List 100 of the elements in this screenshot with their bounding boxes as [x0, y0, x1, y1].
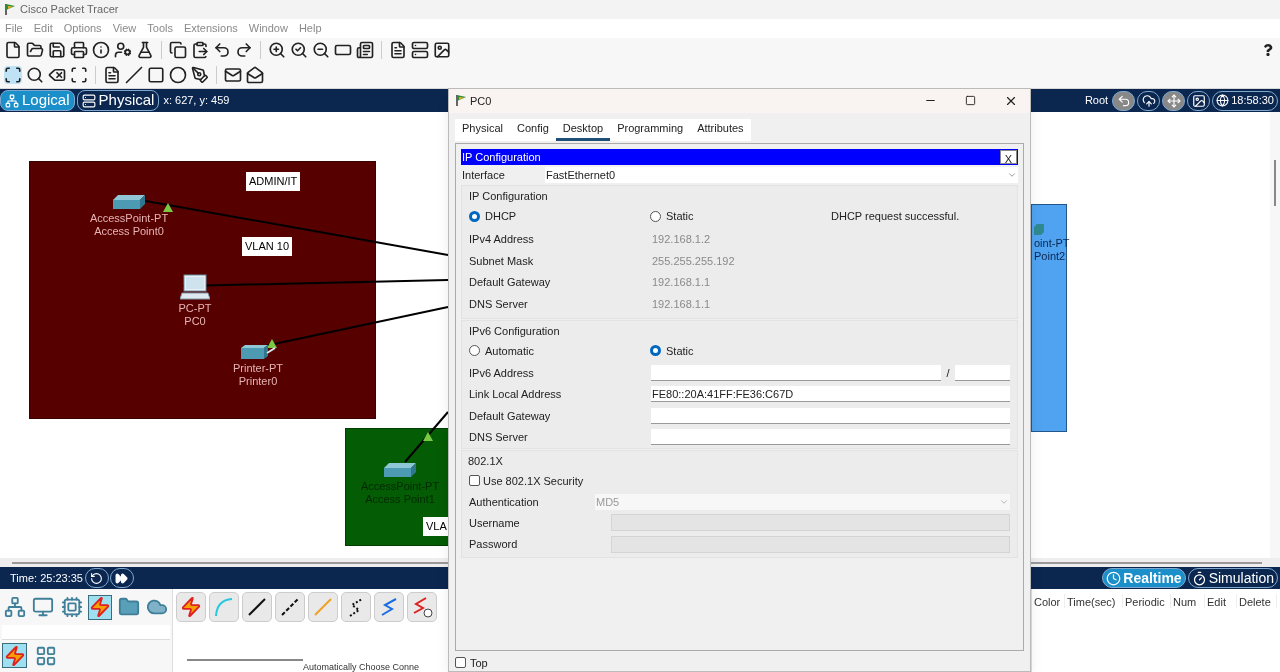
maximize-icon[interactable]	[965, 95, 976, 107]
column-header[interactable]: Time(sec)	[1065, 594, 1123, 608]
radio-button[interactable]	[469, 345, 480, 357]
cable-description: Automatically Choose Conne	[303, 662, 421, 672]
zoom-reset-icon[interactable]	[290, 41, 308, 59]
device-subcategory[interactable]	[2, 643, 27, 668]
column-header[interactable]: Delete	[1237, 594, 1277, 608]
dialog-tab[interactable]: Programming	[610, 118, 691, 141]
field-label: Username	[469, 515, 521, 531]
ellipse-icon[interactable]	[169, 66, 187, 84]
access-point-icon[interactable]	[112, 194, 146, 210]
access-point-icon[interactable]	[383, 462, 417, 478]
horizontal-scrollbar[interactable]	[187, 659, 303, 661]
zoom-out-icon[interactable]	[312, 41, 330, 59]
flask-icon[interactable]	[136, 41, 154, 59]
menu-item[interactable]: File	[5, 20, 23, 37]
new-file-icon[interactable]	[4, 41, 22, 59]
dialog-tab[interactable]: Desktop	[555, 118, 611, 141]
field-label: Password	[469, 537, 519, 553]
computer-icon[interactable]	[180, 274, 210, 300]
column-header[interactable]: Num	[1171, 594, 1205, 608]
user-gear-icon[interactable]	[114, 41, 132, 59]
radio-button[interactable]	[469, 210, 480, 222]
menu-item[interactable]: Help	[298, 20, 322, 37]
move-icon	[1166, 93, 1181, 108]
mode-tab[interactable]: Realtime	[1102, 568, 1186, 588]
input-field[interactable]	[611, 514, 1010, 532]
menu-item[interactable]: Edit	[33, 20, 53, 37]
column-header[interactable]: Color	[1032, 594, 1065, 608]
input-field[interactable]	[611, 535, 1010, 553]
checkbox[interactable]	[469, 475, 480, 487]
menu-item[interactable]: Window	[248, 20, 288, 37]
input-field[interactable]	[651, 365, 941, 382]
open-envelope-icon[interactable]	[246, 66, 264, 84]
input-field[interactable]: FE80::20A:41FF:FE36:C67D	[651, 386, 1010, 403]
input-field[interactable]	[651, 407, 1010, 424]
open-folder-icon[interactable]	[26, 41, 44, 59]
input-field[interactable]	[651, 429, 1010, 446]
paste-icon[interactable]	[191, 41, 209, 59]
rectangle-icon[interactable]	[147, 66, 165, 84]
freeform-icon[interactable]	[191, 66, 209, 84]
copy-icon[interactable]	[169, 41, 187, 59]
envelope-icon[interactable]	[224, 66, 242, 84]
device-category[interactable]	[3, 594, 28, 620]
help-icon[interactable]	[1262, 44, 1274, 56]
rack-icon	[81, 93, 96, 108]
cable-button[interactable]	[341, 592, 371, 622]
column-header[interactable]: Edit	[1205, 594, 1237, 608]
radio-button[interactable]	[650, 345, 661, 357]
dialog-tab[interactable]: Attributes	[690, 118, 751, 141]
checkbox[interactable]	[455, 657, 466, 669]
save-icon[interactable]	[48, 41, 66, 59]
cable-button[interactable]	[275, 592, 305, 622]
device-model: AccessPoint-PT	[89, 212, 169, 225]
zoom-in-icon[interactable]	[268, 41, 286, 59]
close-panel-button[interactable]: X	[999, 149, 1017, 164]
connection-line	[404, 411, 449, 463]
image-icon[interactable]	[433, 41, 451, 59]
simulation-time: Time: 25:23:35	[10, 570, 83, 586]
vertical-scrollbar[interactable]	[1270, 112, 1280, 558]
canvas-note[interactable]: VLAN 10	[242, 237, 293, 256]
device-category[interactable]	[59, 594, 84, 620]
canvas-note[interactable]: VLA	[423, 517, 450, 536]
delete-icon[interactable]	[48, 66, 66, 84]
field-label: Default Gateway	[469, 408, 552, 424]
resize-icon[interactable]	[70, 66, 88, 84]
device-category[interactable]	[88, 594, 113, 620]
radio-button[interactable]	[650, 210, 661, 222]
document-icon[interactable]	[389, 41, 407, 59]
input-field[interactable]	[955, 365, 1010, 382]
server-icon[interactable]	[411, 41, 429, 59]
view-tab[interactable]: Logical	[0, 90, 75, 111]
info-icon[interactable]	[92, 41, 110, 59]
menu-item[interactable]: Extensions	[183, 20, 238, 37]
view-tab[interactable]: Physical	[76, 90, 160, 111]
line-icon[interactable]	[125, 66, 143, 84]
canvas-note[interactable]: ADMIN/IT	[246, 172, 301, 191]
menu-item[interactable]: Options	[63, 20, 102, 37]
field-label: Subnet Mask	[469, 253, 535, 269]
printer-icon[interactable]	[240, 344, 276, 360]
dialog-tab[interactable]: Config	[509, 118, 556, 141]
radio-label: Static	[666, 209, 694, 225]
print-icon[interactable]	[70, 41, 88, 59]
workspace-button[interactable]	[1162, 90, 1186, 111]
redo-icon[interactable]	[235, 41, 253, 59]
undo-icon	[1116, 93, 1131, 108]
curved-cable-icon	[213, 596, 235, 618]
nodes-icon	[5, 93, 19, 108]
select-icon[interactable]	[4, 66, 22, 84]
menu-item[interactable]: View	[112, 20, 137, 37]
dialog-tab[interactable]: Physical	[455, 118, 510, 141]
cable-button[interactable]	[242, 592, 272, 622]
interface-dropdown[interactable]: FastEthernet0	[545, 166, 1018, 183]
undo-icon[interactable]	[213, 41, 231, 59]
column-header[interactable]: Periodic	[1123, 594, 1171, 608]
workspace-button[interactable]	[1112, 90, 1136, 111]
radio-label: Static	[666, 343, 694, 359]
note-icon[interactable]	[103, 66, 121, 84]
search-icon[interactable]	[26, 66, 44, 84]
menu-item[interactable]: Tools	[147, 20, 173, 37]
